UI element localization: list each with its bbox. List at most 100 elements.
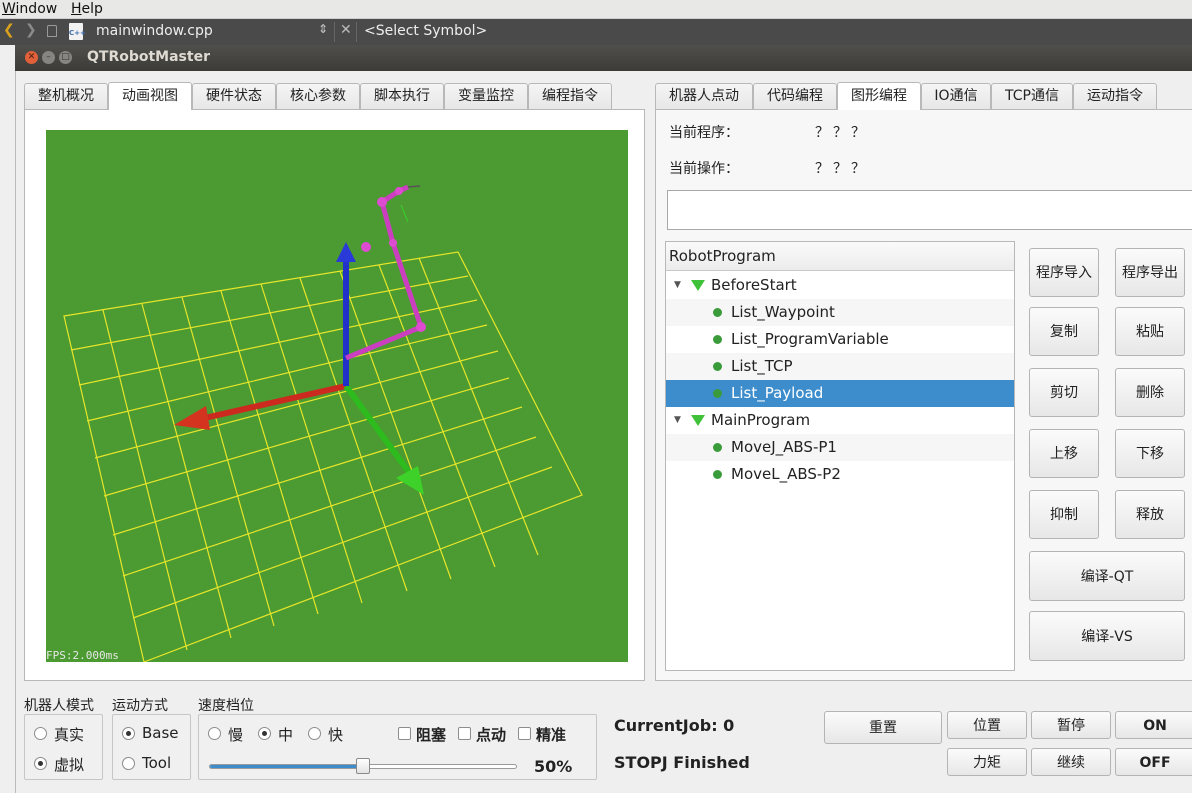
expand-arrow-icon[interactable]: ▼	[674, 272, 681, 299]
maximize-icon[interactable]: □	[59, 51, 72, 64]
precise-checkbox[interactable]	[518, 727, 531, 740]
file-dropdown-icon[interactable]: ⇕	[318, 22, 328, 36]
speed-fast-radio[interactable]	[308, 727, 321, 740]
tab-programming-cmds[interactable]: 编程指令	[528, 83, 612, 110]
menu-window[interactable]: Window	[2, 0, 57, 18]
tab-hardware-status[interactable]: 硬件状态	[192, 83, 276, 110]
continue-button[interactable]: 继续	[1031, 748, 1111, 776]
item-dot-icon	[713, 470, 722, 479]
tab-core-params[interactable]: 核心参数	[276, 83, 360, 110]
program-tree[interactable]: RobotProgram ▼ BeforeStart List_Waypoint…	[665, 241, 1015, 671]
back-arrow-icon[interactable]: ❮	[3, 22, 15, 38]
tab-graphic-programming[interactable]: 图形编程	[837, 82, 921, 110]
motion-tool-radio[interactable]	[122, 757, 135, 770]
window-title: QTRobotMaster	[87, 49, 210, 65]
close-document-icon[interactable]: ✕	[340, 22, 352, 38]
tree-row-label: List_Waypoint	[731, 303, 835, 321]
motion-tool-label: Tool	[142, 754, 172, 772]
tab-overview[interactable]: 整机概况	[24, 83, 108, 110]
pause-button[interactable]: 暂停	[1031, 711, 1111, 739]
toolbar-separator	[356, 22, 357, 42]
tree-row-label: MoveL_ABS-P2	[731, 465, 841, 483]
speed-medium-radio[interactable]	[258, 727, 271, 740]
current-operation-value: ？？？	[815, 161, 869, 177]
tree-row-label: MoveJ_ABS-P1	[731, 438, 837, 456]
speed-medium-label: 中	[278, 726, 294, 744]
reset-button[interactable]: 重置	[824, 711, 942, 744]
delete-button[interactable]: 删除	[1115, 368, 1185, 417]
tree-group-beforestart[interactable]: ▼ BeforeStart	[666, 272, 1014, 299]
window-border	[15, 71, 16, 793]
blocking-checkbox[interactable]	[398, 727, 411, 740]
status-message: STOPJ Finished	[614, 753, 750, 772]
tree-group-mainprogram[interactable]: ▼ MainProgram	[666, 407, 1014, 434]
move-up-button[interactable]: 上移	[1029, 429, 1099, 478]
export-program-button[interactable]: 程序导出	[1115, 248, 1185, 297]
tree-header: RobotProgram	[666, 242, 1014, 271]
tab-tcp-comm[interactable]: TCP通信	[991, 83, 1073, 110]
compile-vs-button[interactable]: 编译-VS	[1029, 611, 1185, 661]
speed-value: 50%	[534, 757, 573, 776]
tab-script-exec[interactable]: 脚本执行	[360, 83, 444, 110]
tree-item[interactable]: List_TCP	[666, 353, 1014, 380]
compile-qt-button[interactable]: 编译-QT	[1029, 551, 1185, 601]
on-button[interactable]: ON	[1115, 711, 1192, 739]
tree-item[interactable]: MoveL_ABS-P2	[666, 461, 1014, 488]
item-dot-icon	[713, 308, 722, 317]
left-tabbar: 整机概况 动画视图 硬件状态 核心参数 脚本执行 变量监控 编程指令	[24, 82, 644, 110]
robot-mode-real-radio[interactable]	[34, 727, 47, 740]
paste-button[interactable]: 粘贴	[1115, 307, 1185, 356]
tree-item-selected[interactable]: List_Payload	[666, 380, 1014, 407]
speed-slider-handle[interactable]	[356, 758, 370, 774]
robot-mode-virtual-radio[interactable]	[34, 757, 47, 770]
axis-gizmo	[174, 242, 424, 495]
import-program-button[interactable]: 程序导入	[1029, 248, 1099, 297]
move-down-button[interactable]: 下移	[1115, 429, 1185, 478]
suppress-button[interactable]: 抑制	[1029, 490, 1099, 539]
editor-toolbar: ❮ ❯ C++ mainwindow.cpp ⇕ ✕ <Select Symbo…	[0, 19, 1192, 45]
speed-slow-radio[interactable]	[208, 727, 221, 740]
minimize-icon[interactable]: –	[42, 51, 55, 64]
robot-3d-view[interactable]: FPS:2.000ms	[46, 130, 628, 662]
item-dot-icon	[713, 443, 722, 452]
tree-item[interactable]: List_Waypoint	[666, 299, 1014, 326]
tab-robot-jog[interactable]: 机器人点动	[655, 83, 753, 110]
close-icon[interactable]: ✕	[25, 51, 38, 64]
motion-mode-title: 运动方式	[112, 698, 168, 714]
position-button[interactable]: 位置	[947, 711, 1027, 739]
tree-item[interactable]: MoveJ_ABS-P1	[666, 434, 1014, 461]
file-selector[interactable]: mainwindow.cpp	[96, 23, 213, 39]
cpp-file-icon: C++	[69, 23, 86, 40]
tree-item[interactable]: List_ProgramVariable	[666, 326, 1014, 353]
off-button[interactable]: OFF	[1115, 748, 1192, 776]
blocking-label: 阻塞	[416, 726, 447, 744]
tree-row-label: BeforeStart	[711, 276, 797, 294]
expand-arrow-icon[interactable]: ▼	[674, 407, 681, 434]
tab-variable-monitor[interactable]: 变量监控	[444, 83, 528, 110]
tool-axis	[400, 204, 409, 223]
tree-row-label: MainProgram	[711, 411, 811, 429]
robot-3d-scene	[63, 184, 583, 662]
ide-menubar: Window Help	[0, 0, 1192, 19]
program-node-icon	[691, 415, 705, 426]
program-text-field[interactable]	[667, 190, 1192, 230]
torque-button[interactable]: 力矩	[947, 748, 1027, 776]
cut-button[interactable]: 剪切	[1029, 368, 1099, 417]
speed-slider-fill	[210, 765, 363, 768]
tab-code-programming[interactable]: 代码编程	[753, 83, 837, 110]
current-program-label: 当前程序：	[669, 125, 739, 141]
speed-slow-label: 慢	[228, 726, 244, 744]
motion-base-radio[interactable]	[122, 727, 135, 740]
tab-io-comm[interactable]: IO通信	[921, 83, 991, 110]
forward-arrow-icon[interactable]: ❯	[25, 22, 37, 38]
tab-motion-cmds[interactable]: 运动指令	[1073, 83, 1157, 110]
tree-row-label: List_TCP	[731, 357, 793, 375]
menu-help[interactable]: Help	[71, 0, 103, 18]
symbol-selector[interactable]: <Select Symbol>	[364, 23, 487, 39]
copy-button[interactable]: 复制	[1029, 307, 1099, 356]
jog-checkbox[interactable]	[458, 727, 471, 740]
speed-title: 速度档位	[198, 698, 254, 714]
release-button[interactable]: 释放	[1115, 490, 1185, 539]
tab-animation-view[interactable]: 动画视图	[108, 82, 192, 110]
fps-readout: FPS:2.000ms	[46, 649, 119, 662]
